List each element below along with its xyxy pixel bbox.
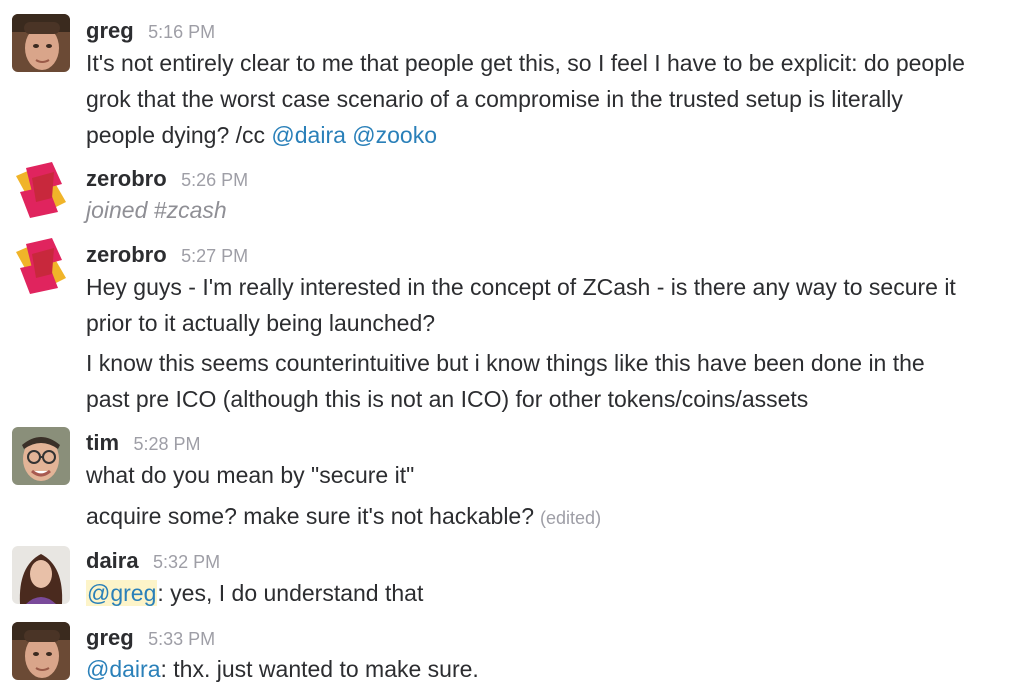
message-text-line: Hey guys - I'm really interested in the … xyxy=(86,274,956,300)
message-header: tim 5:28 PM xyxy=(86,430,201,456)
message-text: : yes, I do understand that xyxy=(157,580,424,606)
message-text-line: acquire some? make sure it's not hackabl… xyxy=(86,503,601,530)
user-avatar-daira-icon[interactable] xyxy=(12,546,70,604)
user-avatar-zerobro-icon[interactable] xyxy=(12,238,70,296)
message-text-line: I know this seems counterintuitive but i… xyxy=(86,350,925,376)
timestamp[interactable]: 5:28 PM xyxy=(133,434,200,454)
user-avatar-zerobro-icon[interactable] xyxy=(12,162,70,220)
user-avatar-greg-icon[interactable] xyxy=(12,14,70,72)
edited-label: (edited) xyxy=(540,508,602,528)
author-name[interactable]: zerobro xyxy=(86,242,167,267)
message-text-line: It's not entirely clear to me that peopl… xyxy=(86,50,965,76)
message-text-line: people dying? /cc @daira @zooko xyxy=(86,122,437,149)
message-text-line: prior to it actually being launched? xyxy=(86,310,436,336)
timestamp[interactable]: 5:33 PM xyxy=(148,629,215,649)
author-name[interactable]: daira xyxy=(86,548,139,573)
message-header: zerobro 5:27 PM xyxy=(86,242,248,268)
message-text-line: @daira: thx. just wanted to make sure. xyxy=(86,656,479,683)
message-text-line: past pre ICO (although this is not an IC… xyxy=(86,386,809,412)
user-avatar-tim-icon[interactable] xyxy=(12,427,70,485)
mention-zooko-link[interactable]: @zooko xyxy=(352,122,437,148)
message-text: people dying? /cc xyxy=(86,122,272,148)
mention-greg-link[interactable]: @greg xyxy=(86,580,158,606)
message-list: greg 5:16 PM It's not entirely clear to … xyxy=(0,0,1024,690)
user-avatar-greg-icon[interactable] xyxy=(12,622,70,680)
timestamp[interactable]: 5:27 PM xyxy=(181,246,248,266)
author-name[interactable]: tim xyxy=(86,430,119,455)
timestamp[interactable]: 5:26 PM xyxy=(181,170,248,190)
timestamp[interactable]: 5:32 PM xyxy=(153,552,220,572)
timestamp[interactable]: 5:16 PM xyxy=(148,22,215,42)
message-text-line: grok that the worst case scenario of a c… xyxy=(86,86,903,112)
message-header: greg 5:33 PM xyxy=(86,625,215,651)
author-name[interactable]: greg xyxy=(86,18,134,43)
mention-daira-link[interactable]: @daira xyxy=(86,656,161,682)
message-text: : thx. just wanted to make sure. xyxy=(160,656,479,682)
system-message: joined #zcash xyxy=(86,197,227,223)
author-name[interactable]: zerobro xyxy=(86,166,167,191)
message-text-line: @greg: yes, I do understand that xyxy=(86,580,423,607)
message-header: zerobro 5:26 PM xyxy=(86,166,248,192)
message-text-line: what do you mean by "secure it" xyxy=(86,462,415,488)
mention-daira-link[interactable]: @daira xyxy=(271,122,346,148)
author-name[interactable]: greg xyxy=(86,625,134,650)
message-text: acquire some? make sure it's not hackabl… xyxy=(86,503,535,529)
message-header: daira 5:32 PM xyxy=(86,548,220,574)
message-header: greg 5:16 PM xyxy=(86,18,215,44)
